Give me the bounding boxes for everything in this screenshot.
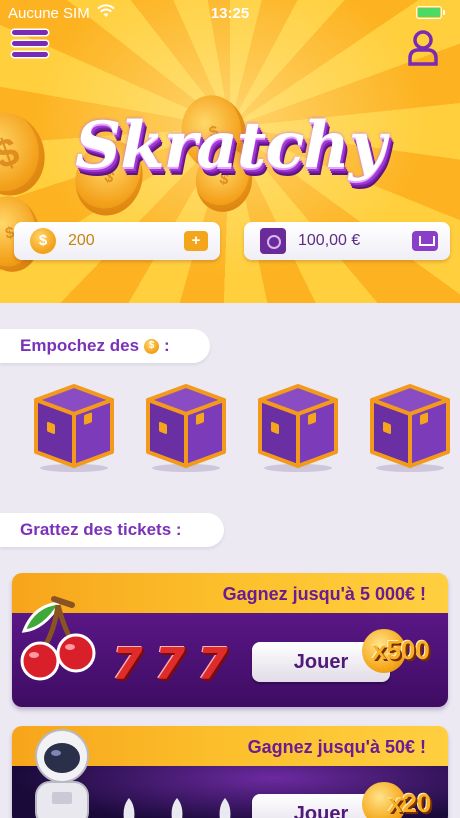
- coins-balance-value: 200: [68, 232, 95, 249]
- chest-icon: [146, 384, 226, 472]
- app-logo: Skratchy: [75, 108, 386, 183]
- ticket-prize: Gagnez jusqu'à 5 000€ !: [222, 584, 426, 604]
- chest-icon: [258, 384, 338, 472]
- tickets-section-label: Grattez des tickets :: [0, 513, 224, 547]
- astronaut-icon: [35, 729, 89, 818]
- seven-symbol: 7: [112, 639, 143, 690]
- money-balance: 100,00 €: [244, 222, 450, 260]
- multiplier-label: x20: [388, 788, 432, 818]
- treasure-chest[interactable]: [368, 382, 452, 472]
- chest-icon: [370, 384, 450, 472]
- coin-icon: [144, 338, 160, 354]
- ticket-card-space[interactable]: Gagnez jusqu'à 50€ ! Jouer x20: [12, 726, 448, 818]
- multiplier-label: x500: [372, 635, 430, 665]
- add-coins-button[interactable]: +: [184, 231, 208, 251]
- rocket-icon: [171, 798, 183, 818]
- rocket-icon: [123, 798, 135, 818]
- safe-icon: [260, 228, 286, 254]
- chest-icon: [34, 384, 114, 472]
- status-bar: Aucune SIM 13:25: [0, 0, 460, 28]
- cherry-icon: [20, 596, 96, 681]
- treasure-chest[interactable]: [32, 382, 116, 472]
- chests-label-suffix: :: [164, 336, 170, 355]
- treasure-chest[interactable]: [144, 382, 228, 472]
- coin-icon: [30, 228, 56, 254]
- coins-balance: 200 +: [14, 222, 220, 260]
- tickets-label-text: Grattez des tickets :: [20, 520, 182, 539]
- rocket-icon: [219, 798, 231, 818]
- user-profile-icon[interactable]: [408, 30, 438, 66]
- seven-symbol: 7: [197, 639, 228, 690]
- battery-icon: [416, 6, 445, 19]
- seven-symbol: 7: [154, 639, 186, 690]
- chests-section-label: Empochez des :: [0, 329, 210, 363]
- clock: 13:25: [210, 5, 250, 22]
- withdraw-button[interactable]: [412, 231, 438, 251]
- ticket-prize: Gagnez jusqu'à 50€ !: [247, 737, 426, 757]
- money-balance-value: 100,00 €: [298, 232, 361, 249]
- ticket-card-fruits[interactable]: Gagnez jusqu'à 5 000€ ! 7 7 7 Jouer x500: [12, 573, 448, 707]
- menu-icon[interactable]: [12, 30, 48, 64]
- hero-banner: Aucune SIM 13:25 Skratchy 200 + 100,00 €: [0, 0, 460, 303]
- chests-label-text: Empochez des: [20, 336, 140, 355]
- treasure-chest[interactable]: [256, 382, 340, 472]
- symbol-row: [116, 796, 238, 818]
- symbol-row: 7 7 7: [112, 639, 228, 690]
